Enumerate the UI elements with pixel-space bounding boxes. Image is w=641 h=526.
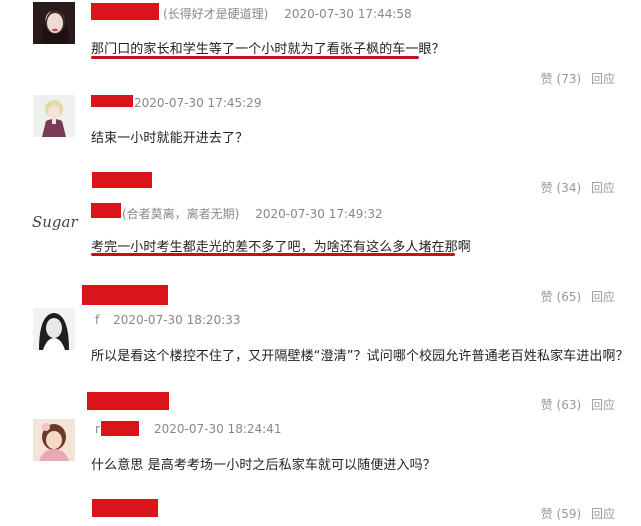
redacted-username	[91, 95, 133, 107]
reply-button[interactable]: 回应	[591, 290, 615, 304]
like-button[interactable]: 赞 (73)	[541, 72, 581, 86]
like-button[interactable]: 赞 (63)	[541, 398, 581, 412]
like-button[interactable]: 赞 (34)	[541, 181, 581, 195]
avatar-sugar-text: Sugar	[32, 213, 78, 231]
avatar[interactable]	[33, 419, 75, 461]
avatar[interactable]	[33, 308, 75, 350]
comment-text: 什么意思 是高考考场一小时之后私家车就可以随便进入吗？	[91, 458, 436, 473]
comment-time: 2020-07-30 18:20:33	[113, 313, 241, 327]
comment-actions: 赞 (59) 回应	[535, 505, 615, 522]
comment-actions: 赞 (73) 回应	[535, 70, 615, 87]
comment-actions: 赞 (34) 回应	[535, 179, 615, 196]
comment-time: 2020-07-30 17:45:29	[134, 96, 262, 110]
avatar[interactable]	[33, 2, 75, 44]
reply-button[interactable]: 回应	[591, 181, 615, 195]
reply-button[interactable]: 回应	[591, 72, 615, 86]
reply-button[interactable]: 回应	[591, 507, 615, 521]
nickname-suffix: (合者莫离，离者无期)	[122, 207, 240, 221]
avatar[interactable]	[33, 95, 75, 137]
comment-actions: 赞 (63) 回应	[535, 396, 615, 413]
comment-meta: (长得好才是硬道理) 2020-07-30 17:44:58	[163, 5, 412, 22]
comment-meta: f 2020-07-30 18:20:33	[95, 313, 241, 327]
redacted-block	[82, 285, 168, 305]
highlight-underline	[91, 56, 419, 59]
redacted-block	[92, 172, 152, 188]
redacted-username	[101, 421, 139, 436]
comment-text: 结束一小时就能开进去了？	[91, 131, 249, 146]
redacted-username	[91, 203, 121, 218]
comment-actions: 赞 (65) 回应	[535, 288, 615, 305]
redacted-block	[92, 499, 158, 517]
comment-time: 2020-07-30 18:24:41	[154, 422, 282, 436]
comment-text: 所以是看这个楼控不住了，又开隔壁楼“澄清”？试问哪个校园允许普通老百姓私家车进出…	[91, 349, 629, 364]
redacted-block	[87, 392, 169, 410]
nickname-prefix: r	[95, 422, 100, 436]
like-button[interactable]: 赞 (65)	[541, 290, 581, 304]
highlight-underline	[91, 253, 455, 256]
redacted-username	[91, 3, 159, 20]
like-button[interactable]: 赞 (59)	[541, 507, 581, 521]
comment-meta: (合者莫离，离者无期) 2020-07-30 17:49:32	[122, 205, 383, 222]
reply-button[interactable]: 回应	[591, 398, 615, 412]
comment-meta: 2020-07-30 17:45:29	[134, 96, 261, 110]
comment-time: 2020-07-30 17:44:58	[284, 7, 412, 21]
comment-meta: r	[95, 422, 100, 436]
comment-text: 那门口的家长和学生等了一个小时就为了看张子枫的车一眼？	[91, 42, 445, 57]
avatar[interactable]: Sugar	[30, 200, 80, 242]
comment-meta: 2020-07-30 18:24:41	[154, 422, 281, 436]
comment-time: 2020-07-30 17:49:32	[255, 207, 383, 221]
nickname-suffix: (长得好才是硬道理)	[163, 7, 269, 21]
nickname-prefix: f	[95, 313, 100, 327]
